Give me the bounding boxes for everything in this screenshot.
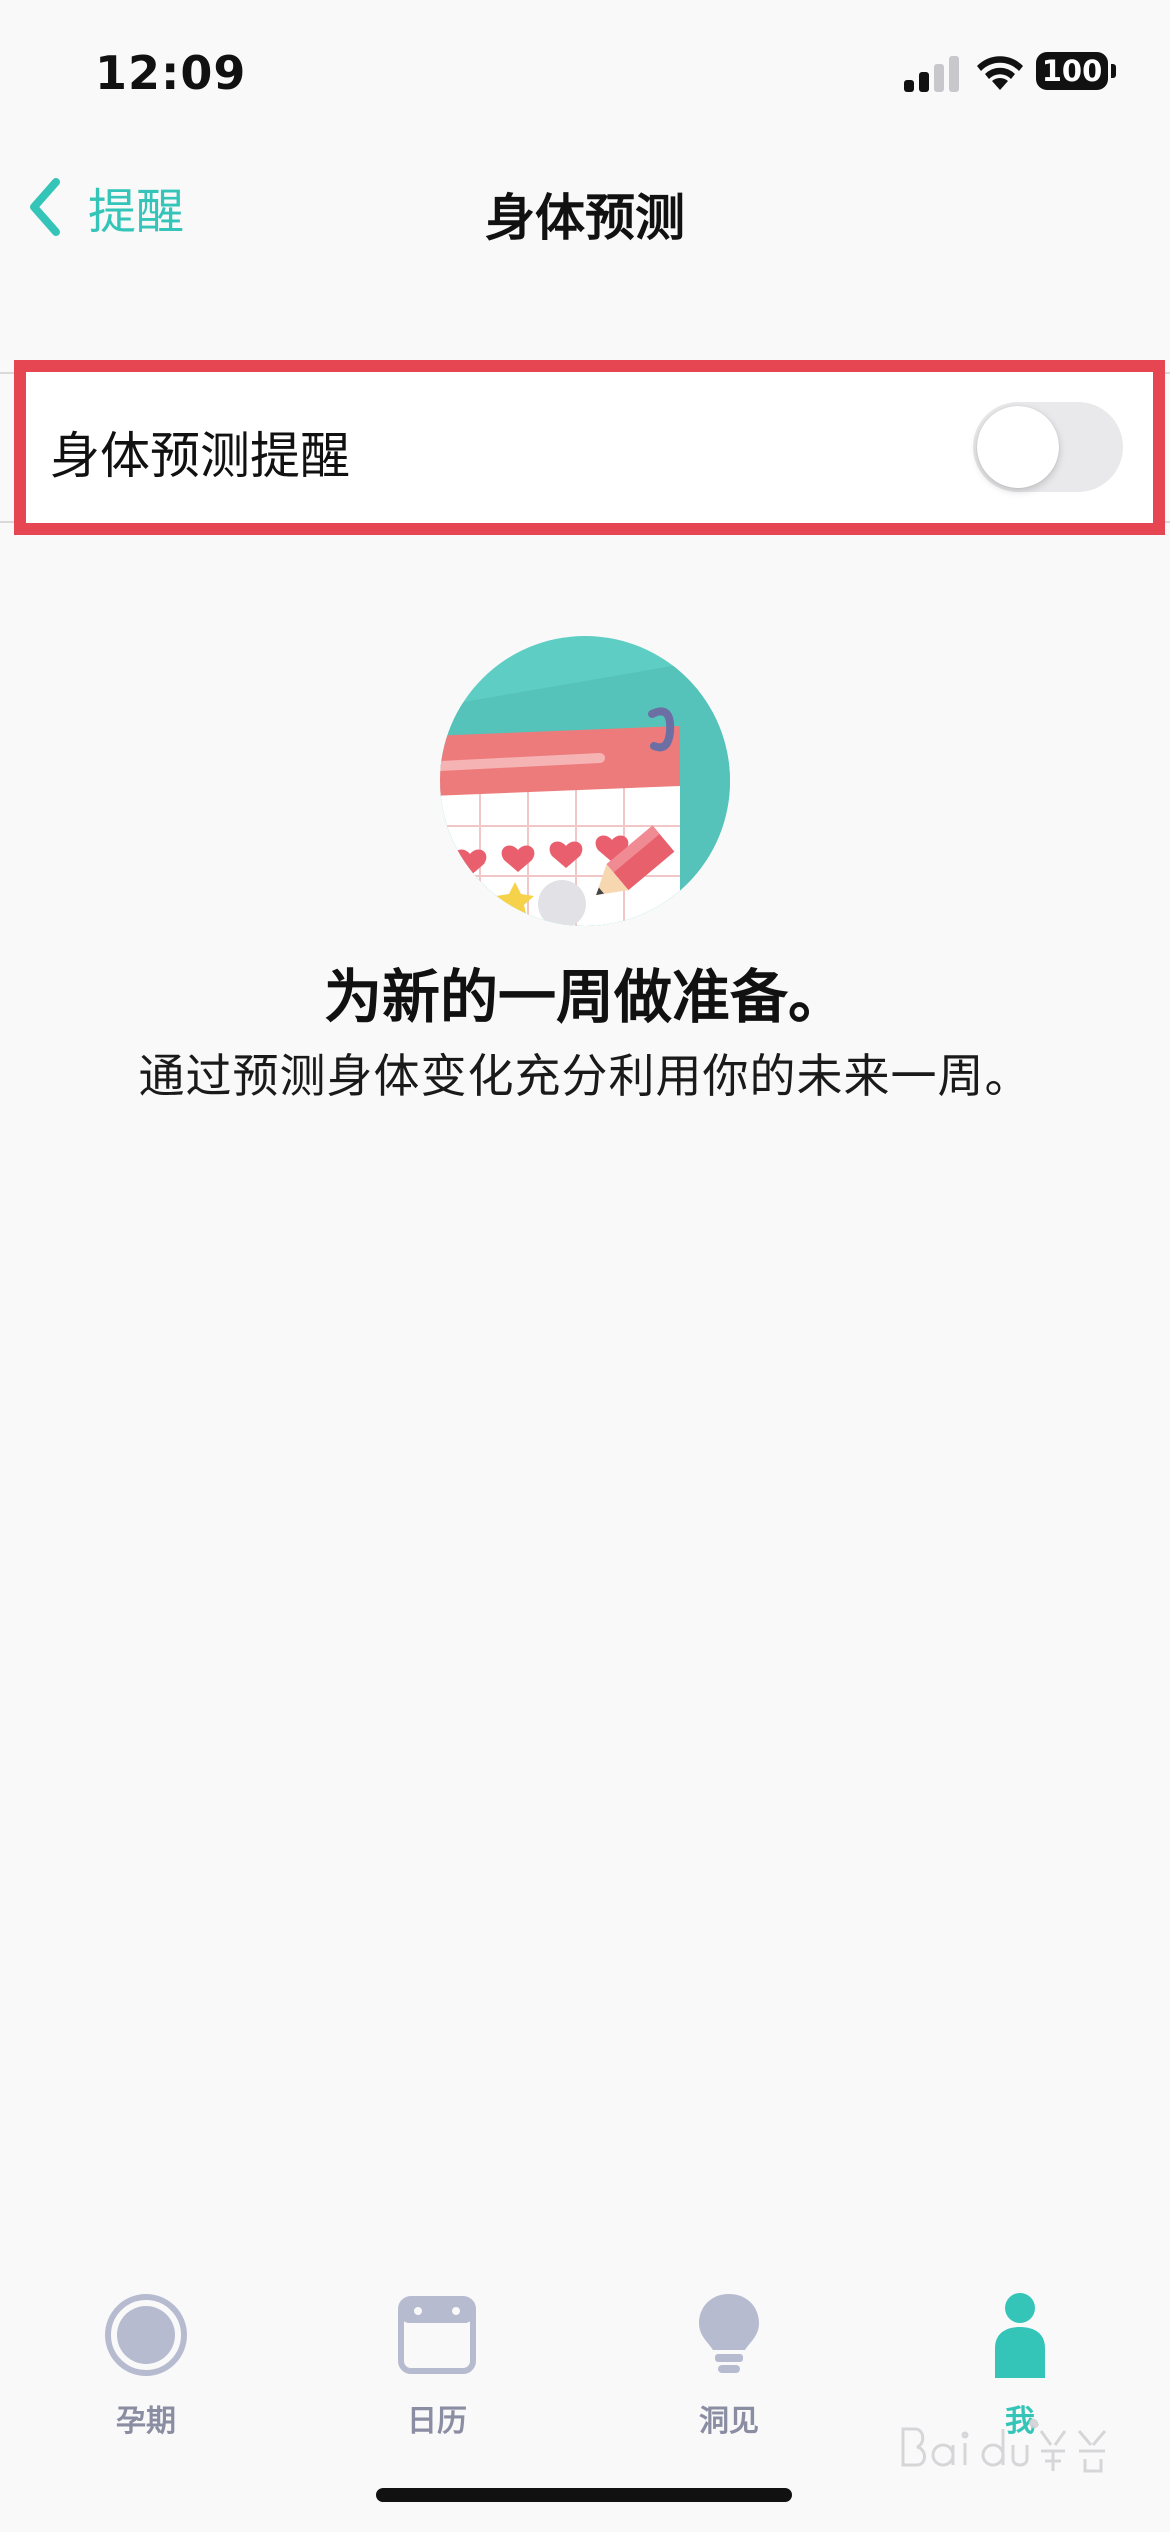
person-icon — [995, 2293, 1045, 2378]
lightbulb-icon — [699, 2294, 759, 2373]
toggle-knob — [977, 406, 1059, 488]
calendar-illustration — [440, 636, 730, 926]
battery-icon: 100 — [1036, 52, 1108, 90]
prediction-reminder-toggle[interactable] — [973, 402, 1123, 492]
promo-headline: 为新的一周做准备。 — [323, 963, 846, 1031]
prediction-reminder-label: 身体预测提醒 — [50, 427, 350, 485]
tab-pregnancy-label: 孕期 — [116, 2404, 176, 2439]
battery-tip — [1111, 64, 1116, 78]
calendar-icon — [398, 2296, 476, 2374]
home-indicator — [376, 2488, 792, 2502]
promo-subline: 通过预测身体变化充分利用你的未来一周。 — [138, 1049, 1032, 1103]
tab-insights[interactable]: 洞见 — [629, 2290, 829, 2440]
status-time: 12:09 — [95, 46, 247, 100]
page-title: 身体预测 — [485, 189, 685, 247]
tab-insights-label: 洞见 — [699, 2404, 759, 2439]
baidu-watermark-logo — [901, 2418, 1107, 2473]
tab-calendar-label: 日历 — [407, 2404, 467, 2439]
tab-calendar[interactable]: 日历 — [337, 2290, 537, 2440]
prediction-reminder-row: 身体预测提醒 — [26, 372, 1153, 523]
tab-pregnancy[interactable]: 孕期 — [46, 2290, 246, 2440]
wifi-icon — [977, 56, 1023, 90]
pregnancy-circle-icon — [105, 2294, 187, 2376]
signal-icon — [904, 56, 960, 92]
